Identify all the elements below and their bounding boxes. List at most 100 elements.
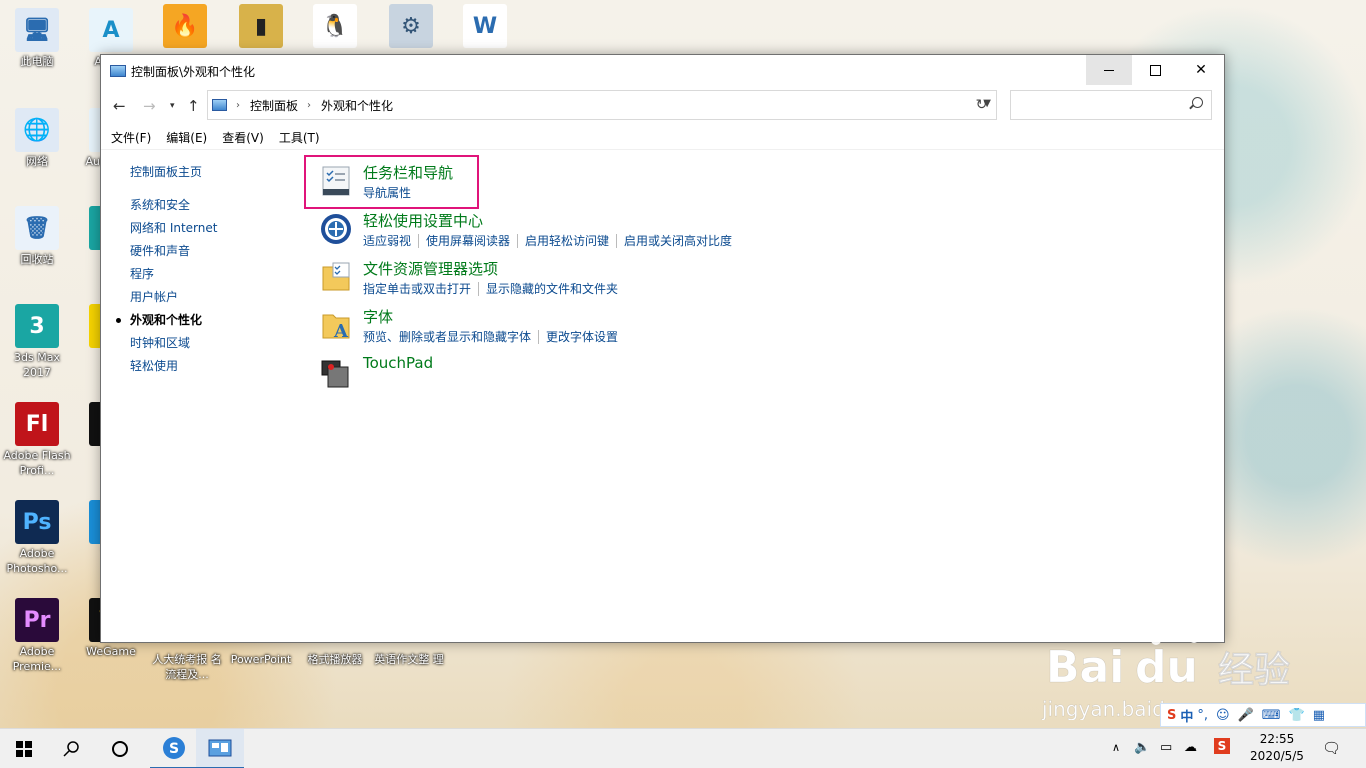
- nav-system-security[interactable]: 系统和安全: [130, 194, 290, 217]
- sogou-logo-icon[interactable]: S: [1167, 708, 1176, 723]
- emoji-icon[interactable]: ☺: [1216, 708, 1230, 723]
- link-change-font-settings[interactable]: 更改字体设置: [538, 330, 619, 344]
- link-low-vision[interactable]: 适应弱视: [363, 234, 411, 248]
- category-fonts: A 字体 预览、删除或者显示和隐藏字体 更改字体设置: [318, 306, 918, 352]
- menu-tools[interactable]: 工具(T): [279, 129, 320, 146]
- category-links: 指定单击或双击打开 显示隐藏的文件和文件夹: [363, 280, 619, 297]
- desktop-glyph-icon: Ps: [15, 500, 59, 544]
- address-bar[interactable]: › 控制面板 › 外观和个性化 ▼: [207, 90, 997, 120]
- search-box[interactable]: [1010, 90, 1212, 120]
- category-title[interactable]: TouchPad: [363, 354, 433, 372]
- link-ease-of-access-keys[interactable]: 启用轻松访问键: [517, 234, 610, 248]
- desktop-icon-0[interactable]: 🖥 此电脑: [0, 8, 74, 69]
- desktop-glyph-icon: Fl: [15, 402, 59, 446]
- folder-options-icon: [322, 262, 350, 291]
- category-title[interactable]: 字体: [363, 306, 393, 327]
- desktop-icon-label: Adobe Premie...: [12, 645, 62, 673]
- up-arrow-icon[interactable]: ↑: [187, 97, 200, 115]
- taskbar-sogou-browser[interactable]: S: [150, 729, 198, 768]
- skin-icon[interactable]: 👕: [1289, 708, 1305, 723]
- refresh-button[interactable]: ↻: [967, 90, 997, 120]
- close-button[interactable]: ✕: [1178, 55, 1224, 85]
- desktop-glyph-icon: Pr: [15, 598, 59, 642]
- link-preview-delete-fonts[interactable]: 预览、删除或者显示和隐藏字体: [363, 330, 531, 344]
- recent-locations-chevron-icon[interactable]: ▾: [170, 101, 175, 111]
- link-navigation-properties[interactable]: 导航属性: [363, 186, 411, 200]
- control-panel-icon: [208, 739, 232, 757]
- desktop-icon-label: Adobe Photosho...: [6, 547, 68, 575]
- desktop-bottom-icon-label[interactable]: 英语作文整 理: [372, 652, 446, 667]
- desktop-bottom-icon-label[interactable]: 格式播放器: [298, 652, 372, 667]
- nav-hardware-sound[interactable]: 硬件和声音: [130, 240, 290, 263]
- link-single-double-click[interactable]: 指定单击或双击打开: [363, 282, 471, 296]
- task-view-icon: [112, 741, 128, 757]
- desktop-icon-label: WeGame: [86, 645, 136, 658]
- category-title[interactable]: 任务栏和导航: [363, 162, 453, 183]
- nav-user-accounts[interactable]: 用户帐户: [130, 286, 290, 309]
- system-clock[interactable]: 22:55 2020/5/5: [1244, 731, 1310, 765]
- menu-edit[interactable]: 编辑(E): [166, 129, 207, 146]
- breadcrumb-separator-icon[interactable]: ›: [307, 100, 311, 111]
- microphone-icon[interactable]: 🎤: [1238, 708, 1254, 723]
- search-icon: [63, 741, 79, 757]
- forward-arrow-icon[interactable]: →: [143, 97, 156, 115]
- ime-punct-toggle[interactable]: °,: [1197, 708, 1208, 723]
- minimize-button[interactable]: [1086, 55, 1132, 85]
- link-show-hidden-files[interactable]: 显示隐藏的文件和文件夹: [478, 282, 619, 296]
- battery-icon[interactable]: ▭: [1160, 740, 1172, 755]
- notification-center-icon[interactable]: 🗨: [1322, 739, 1341, 757]
- volume-icon[interactable]: 🔈: [1134, 740, 1150, 755]
- window-title: 控制面板\外观和个性化: [131, 64, 256, 79]
- desktop-icon-4[interactable]: Fl Adobe Flash Profi...: [0, 402, 74, 478]
- desktop-glyph-icon: 3: [15, 304, 59, 348]
- taskbar: S ∧ 🔈 ▭ ☁ S 22:55 2020/5/5 🗨: [0, 728, 1366, 768]
- control-panel-home-link[interactable]: 控制面板主页: [130, 161, 290, 184]
- keyboard-icon[interactable]: ⌨: [1262, 708, 1281, 723]
- nav-programs[interactable]: 程序: [130, 263, 290, 286]
- windows-logo-icon: [16, 741, 32, 757]
- desktop-icon-3[interactable]: 3 3ds Max 2017: [0, 304, 74, 380]
- control-panel-icon: [110, 65, 126, 77]
- breadcrumb-separator-icon[interactable]: ›: [236, 100, 240, 111]
- category-title[interactable]: 文件资源管理器选项: [363, 258, 498, 279]
- desktop-icon-1[interactable]: 🌐 网络: [0, 108, 74, 169]
- taskbar-control-panel[interactable]: [196, 729, 244, 768]
- category-touchpad: TouchPad: [318, 354, 918, 400]
- desktop-icon-6[interactable]: Pr Adobe Premie...: [0, 598, 74, 674]
- link-high-contrast[interactable]: 启用或关闭高对比度: [616, 234, 733, 248]
- ime-language-toggle[interactable]: 中: [1180, 706, 1193, 725]
- desktop-icon-5[interactable]: Ps Adobe Photosho...: [0, 500, 74, 576]
- nav-network-internet[interactable]: 网络和 Internet: [130, 217, 290, 240]
- desktop-top-icon-1[interactable]: ▮: [224, 4, 298, 50]
- desktop-icon-2[interactable]: 🗑 回收站: [0, 206, 74, 267]
- task-view-button[interactable]: [96, 729, 144, 768]
- desktop-top-icon-4[interactable]: W: [448, 4, 522, 50]
- search-input[interactable]: [1015, 92, 1185, 118]
- menu-file[interactable]: 文件(F): [111, 129, 151, 146]
- sogou-ime-tray-icon[interactable]: S: [1214, 738, 1230, 754]
- toolbox-icon[interactable]: ▦: [1313, 708, 1325, 723]
- maximize-button[interactable]: [1132, 55, 1178, 85]
- clock-time: 22:55: [1259, 732, 1295, 746]
- desktop-top-icon-0[interactable]: 🔥: [148, 4, 222, 50]
- show-hidden-icons-chevron[interactable]: ∧: [1112, 741, 1120, 754]
- start-button[interactable]: [0, 729, 48, 768]
- onedrive-icon[interactable]: ☁: [1184, 740, 1197, 755]
- nav-ease-of-access[interactable]: 轻松使用: [130, 355, 290, 378]
- search-icon[interactable]: [1192, 97, 1203, 108]
- breadcrumb-appearance[interactable]: 外观和个性化: [321, 97, 393, 114]
- title-bar[interactable]: 控制面板\外观和个性化 ✕: [101, 55, 1224, 87]
- breadcrumb-control-panel[interactable]: 控制面板: [250, 97, 298, 114]
- link-screen-reader[interactable]: 使用屏幕阅读器: [418, 234, 511, 248]
- desktop-top-icon-2[interactable]: 🐧: [298, 4, 372, 50]
- category-ease-of-access-center: 轻松使用设置中心 适应弱视 使用屏幕阅读器 启用轻松访问键 启用或关闭高对比度: [318, 210, 918, 256]
- menu-view[interactable]: 查看(V): [222, 129, 264, 146]
- search-button[interactable]: [48, 729, 96, 768]
- back-arrow-icon[interactable]: ←: [113, 97, 126, 115]
- desktop-bottom-icon-label[interactable]: 人大统考报 名流程及...: [150, 652, 224, 682]
- desktop-top-icon-3[interactable]: ⚙: [374, 4, 448, 50]
- ease-of-access-icon: [321, 214, 351, 244]
- nav-clock-region[interactable]: 时钟和区域: [130, 332, 290, 355]
- category-title[interactable]: 轻松使用设置中心: [363, 210, 483, 231]
- desktop-bottom-icon-label[interactable]: PowerPoint: [224, 652, 298, 667]
